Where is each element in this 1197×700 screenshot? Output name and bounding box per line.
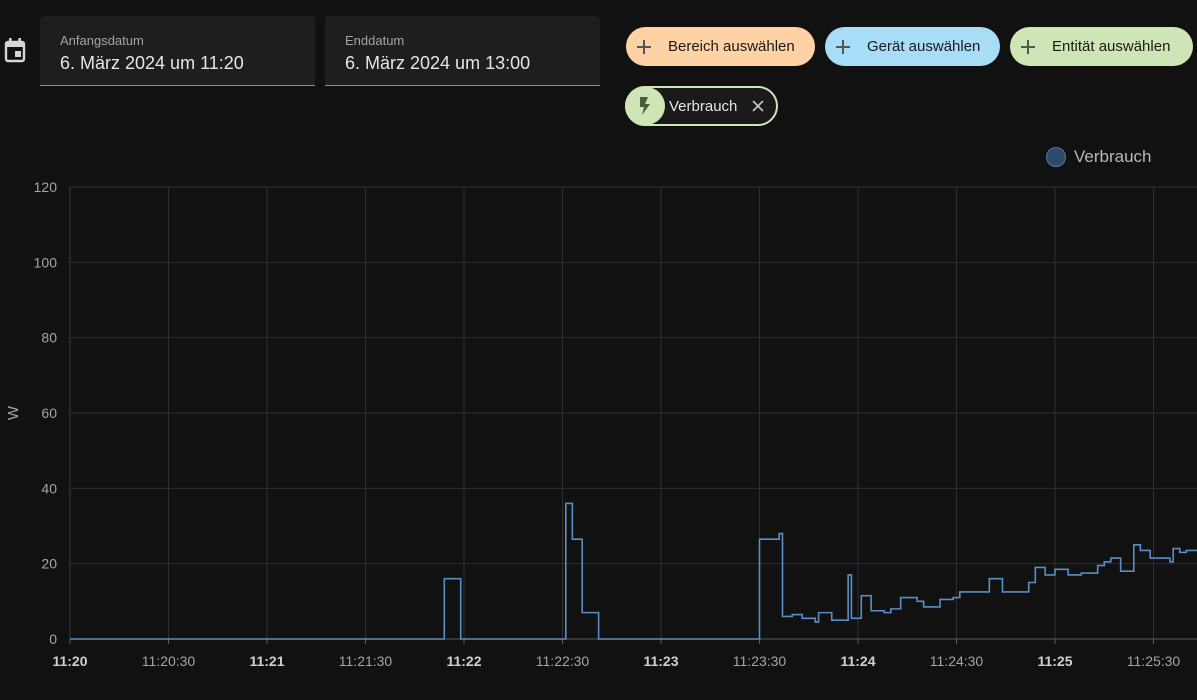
x-tick-label: 11:21 (249, 653, 284, 669)
choose-device-button[interactable]: Gerät auswählen (825, 27, 1000, 66)
selected-entity-name: Verbrauch (669, 97, 738, 115)
choose-entity-label: Entität auswählen (1052, 38, 1171, 55)
end-date-label: Enddatum (345, 33, 405, 48)
x-tick-label: 11:20:30 (142, 653, 196, 669)
x-axis-ticks: 11:20 11:20:30 11:21 11:21:30 11:22 11:22:30 1… (52, 653, 1180, 669)
history-chart: 0 20 40 60 80 100 120 11:20 11:20:30 11:21 11:21:… (5, 179, 1197, 669)
x-tick-label: 11:23:30 (733, 653, 787, 669)
x-tick-label: 11:24:30 (930, 653, 984, 669)
x-tick-label: 11:24 (840, 653, 875, 669)
chart-grid (69, 186, 1197, 644)
calendar-icon[interactable] (3, 36, 27, 64)
x-tick-label: 11:22 (446, 653, 481, 669)
series-line-verbrauch (70, 502, 1197, 640)
y-axis-label: W (5, 405, 22, 420)
y-tick-label: 0 (49, 631, 57, 647)
series-group (70, 502, 1197, 640)
y-tick-label: 60 (41, 405, 57, 421)
start-date-label: Anfangsdatum (60, 33, 144, 48)
y-axis-ticks: 0 20 40 60 80 100 120 (34, 179, 58, 647)
choose-entity-button[interactable]: Entität auswählen (1010, 27, 1193, 66)
start-date-field[interactable]: Anfangsdatum 6. März 2024 um 11:20 (40, 16, 315, 86)
x-tick-label: 11:21:30 (339, 653, 393, 669)
flash-icon (625, 87, 665, 125)
legend-marker (1046, 147, 1066, 167)
x-tick-label: 11:22:30 (536, 653, 590, 669)
plus-icon (825, 27, 861, 66)
x-tick-label: 11:25:30 (1127, 653, 1181, 669)
plus-icon (1010, 27, 1046, 66)
start-date-value: 6. März 2024 um 11:20 (60, 53, 244, 73)
y-tick-label: 100 (34, 254, 58, 270)
y-tick-label: 40 (41, 480, 57, 496)
choose-device-label: Gerät auswählen (867, 38, 981, 55)
x-tick-label: 11:23 (643, 653, 678, 669)
selected-entity-chip[interactable]: Verbrauch (625, 86, 778, 126)
y-tick-label: 20 (41, 556, 57, 572)
close-icon[interactable] (751, 99, 765, 113)
x-tick-label: 11:25 (1037, 653, 1072, 669)
plus-icon (626, 27, 662, 66)
choose-area-label: Bereich auswählen (668, 38, 795, 55)
y-tick-label: 80 (41, 330, 57, 346)
choose-area-button[interactable]: Bereich auswählen (626, 27, 815, 66)
end-date-field[interactable]: Enddatum 6. März 2024 um 13:00 (325, 16, 600, 86)
x-tick-label: 11:20 (52, 653, 87, 669)
y-tick-label: 120 (34, 179, 58, 195)
chart-legend[interactable]: Verbrauch (1046, 147, 1152, 167)
end-date-value: 6. März 2024 um 13:00 (345, 53, 531, 73)
legend-label: Verbrauch (1074, 147, 1152, 166)
